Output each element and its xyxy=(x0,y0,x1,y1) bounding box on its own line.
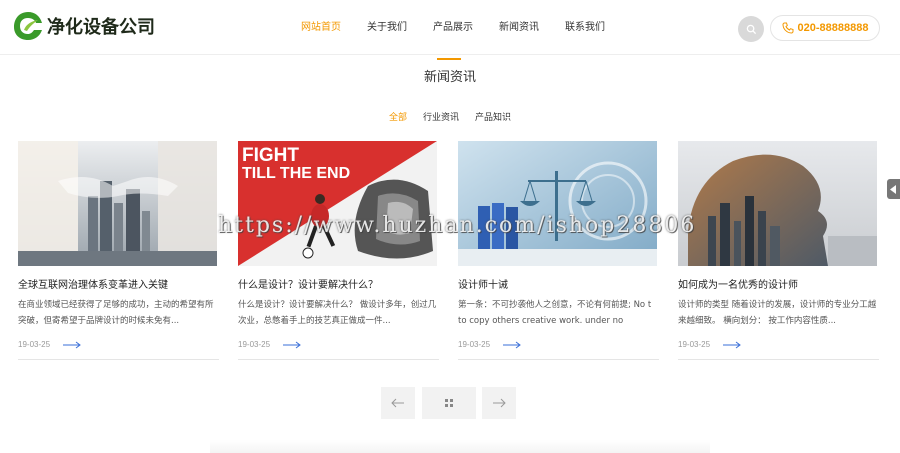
all-news-button[interactable] xyxy=(422,387,476,419)
scales-of-justice-image xyxy=(458,141,657,266)
site-header: 净化设备公司 网站首页 关于我们 产品展示 新闻资讯 联系我们 020-8888… xyxy=(0,0,900,55)
news-card-image[interactable] xyxy=(678,141,877,266)
side-tab-toggle[interactable] xyxy=(887,179,900,199)
news-card-date: 19-03-25 xyxy=(678,340,711,349)
nav-label: 关于我们 xyxy=(367,22,407,33)
nav-item-products[interactable]: 产品展示 xyxy=(420,0,486,55)
news-card-title[interactable]: 全球互联网治理体系变革进入关键 xyxy=(18,276,219,291)
main-nav: 网站首页 关于我们 产品展示 新闻资讯 联系我们 xyxy=(288,0,618,55)
news-card-desc: 设计师的类型 随着设计的发展，设计师的专业分工越来越细致。 横向划分： 按工作内… xyxy=(678,300,877,326)
news-card[interactable]: 设计师十诫 第一条：不可抄袭他人之创意，不论有何前提; No t to copy… xyxy=(458,141,659,361)
grid-dots-icon xyxy=(445,399,453,407)
arrow-right-icon[interactable] xyxy=(502,340,522,350)
poster-text-fight: FIGHT xyxy=(242,145,299,166)
phone-number: 020-88888888 xyxy=(797,22,869,34)
news-card-desc: 什么是设计？设计要解决什么？ 做设计多年，创过几次业，总憋着手上的技艺真正做成一… xyxy=(238,300,437,326)
arrow-right-icon xyxy=(493,398,506,408)
filter-tab-industry[interactable]: 行业资讯 xyxy=(423,110,459,123)
card-divider xyxy=(18,359,219,360)
news-card-image[interactable]: FIGHT TILL THE END xyxy=(238,141,437,266)
nav-label: 产品展示 xyxy=(433,22,473,33)
card-divider xyxy=(238,359,439,360)
news-card-date: 19-03-25 xyxy=(458,340,491,349)
news-card[interactable]: 全球互联网治理体系变革进入关键 在商业领域已经获得了足够的成功，主动的希望有所突… xyxy=(18,141,219,361)
card-divider xyxy=(678,359,879,360)
search-button[interactable] xyxy=(738,16,764,42)
filter-tab-all[interactable]: 全部 xyxy=(389,110,407,123)
logo[interactable]: 净化设备公司 xyxy=(12,10,155,42)
news-card[interactable]: 如何成为一名优秀的设计师 设计师的类型 随着设计的发展，设计师的专业分工越来越细… xyxy=(678,141,879,361)
arrow-right-icon[interactable] xyxy=(62,340,82,350)
filter-tab-product[interactable]: 产品知识 xyxy=(475,110,511,123)
business-handshake-image xyxy=(18,141,217,266)
caret-left-icon xyxy=(890,184,896,194)
news-card-desc: 在商业领域已经获得了足够的成功，主动的希望有所突破，但寄希望于品牌设计的时候未免… xyxy=(18,300,214,326)
arrow-left-icon xyxy=(391,398,404,408)
nav-item-news[interactable]: 新闻资讯 xyxy=(486,0,552,55)
section-accent-line xyxy=(437,58,461,60)
nav-item-contact[interactable]: 联系我们 xyxy=(552,0,618,55)
phone-button[interactable]: 020-88888888 xyxy=(770,15,880,41)
nav-label: 网站首页 xyxy=(301,22,341,33)
filter-tabs: 全部 行业资讯 产品知识 xyxy=(0,110,900,123)
leaf-logo-icon xyxy=(14,12,42,40)
news-card-title[interactable]: 如何成为一名优秀的设计师 xyxy=(678,276,879,291)
arrow-right-icon[interactable] xyxy=(282,340,302,350)
news-card-date: 19-03-25 xyxy=(238,340,271,349)
section-title: 新闻资讯 xyxy=(423,70,476,85)
nav-label: 新闻资讯 xyxy=(499,22,539,33)
fight-poster-image: FIGHT TILL THE END xyxy=(238,141,437,266)
next-page-button[interactable] xyxy=(482,387,516,419)
phone-icon xyxy=(782,22,794,34)
nav-item-home[interactable]: 网站首页 xyxy=(288,0,354,55)
footer-edge xyxy=(210,440,710,453)
news-card-title[interactable]: 什么是设计？设计要解决什么？ xyxy=(238,276,439,291)
news-card-image[interactable] xyxy=(18,141,217,266)
arrow-right-icon[interactable] xyxy=(722,340,742,350)
nav-label: 联系我们 xyxy=(565,22,605,33)
news-card-date: 19-03-25 xyxy=(18,340,51,349)
news-card[interactable]: FIGHT TILL THE END 什么是设计？设计要解决什么？ 什么是设计？… xyxy=(238,141,439,361)
news-card-image[interactable] xyxy=(458,141,657,266)
news-card-desc: 第一条：不可抄袭他人之创意，不论有何前提; No t to copy other… xyxy=(458,300,652,326)
brand-name: 净化设备公司 xyxy=(47,17,155,38)
city-silhouette-image xyxy=(678,141,877,266)
search-icon xyxy=(746,24,756,34)
nav-item-about[interactable]: 关于我们 xyxy=(354,0,420,55)
news-card-title[interactable]: 设计师十诫 xyxy=(458,276,659,291)
poster-text-till-the-end: TILL THE END xyxy=(242,165,350,182)
prev-page-button[interactable] xyxy=(381,387,415,419)
card-divider xyxy=(458,359,659,360)
